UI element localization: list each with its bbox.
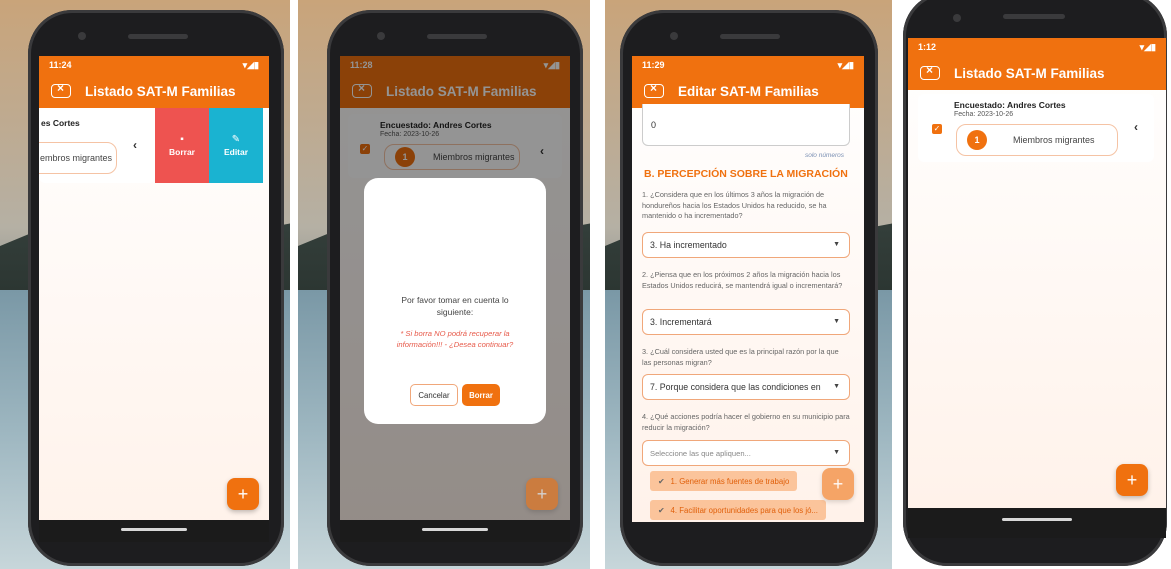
answer-4-placeholder: Seleccione las que apliquen... <box>650 448 751 458</box>
phone-4: 1:12 ▾◢▮ Listado SAT-M Familias Encuesta… <box>903 0 1167 566</box>
status-bar: 11:24 ▾◢▮ <box>39 56 269 74</box>
members-label: embros migrantes <box>40 153 113 163</box>
question-2: 2. ¿Piensa que en los próximos 2 años la… <box>642 270 843 290</box>
trash-icon: ▪ <box>180 134 184 145</box>
phone-2: 11:28 ▾◢▮ Listado SAT-M Familias Encuest… <box>327 10 583 566</box>
status-bar: 1:12 ▾◢▮ <box>908 38 1166 56</box>
add-button[interactable]: + <box>822 468 854 500</box>
number-input[interactable]: 0 <box>642 104 850 146</box>
encuestado-label: Encuestado: Andres Cortes <box>954 100 1066 110</box>
selected-chip-2[interactable]: ✔ 4. Facilitar oportunidades para que lo… <box>650 500 826 520</box>
caret-down-icon: ▼ <box>833 318 840 325</box>
question-3: 3. ¿Cuál considera usted que es la princ… <box>642 347 839 367</box>
edit-label: Editar <box>223 147 249 157</box>
app-bar: Editar SAT-M Familias <box>632 74 864 108</box>
screenshot-collage: 11:24 ▾◢▮ Listado SAT-M Familias es Cort… <box>0 0 1171 569</box>
chevron-left-icon[interactable]: ‹ <box>133 138 137 152</box>
screen-4: 1:12 ▾◢▮ Listado SAT-M Familias Encuesta… <box>908 38 1166 508</box>
answer-1-value: 3. Ha incrementado <box>650 240 727 250</box>
section-title: B. PERCEPCIÓN SOBRE LA MIGRACIÓN <box>644 168 848 180</box>
chevron-left-icon[interactable]: ‹ <box>1134 120 1138 134</box>
caret-down-icon: ▼ <box>833 241 840 248</box>
home-indicator[interactable] <box>422 528 488 531</box>
family-card-swiped[interactable]: es Cortes embros migrantes ‹ <box>39 108 155 183</box>
helper-text: solo números <box>804 152 844 159</box>
question-4: 4. ¿Qué acciones podría hacer el gobiern… <box>642 412 850 432</box>
home-indicator[interactable] <box>1002 518 1072 521</box>
caret-down-icon: ▼ <box>833 383 840 390</box>
edit-button[interactable]: ✎ Editar <box>209 108 263 183</box>
checkbox[interactable]: ✓ <box>932 124 942 134</box>
status-time: 11:29 <box>642 60 665 70</box>
members-count: 1 <box>967 130 987 150</box>
selected-chip-1[interactable]: ✔ 1. Generar más fuentes de trabajo <box>650 471 798 491</box>
confirm-delete-button[interactable]: Borrar <box>462 384 500 406</box>
screen-1: 11:24 ▾◢▮ Listado SAT-M Familias es Cort… <box>39 56 269 542</box>
page-title: Listado SAT-M Familias <box>954 65 1105 81</box>
members-button[interactable]: embros migrantes <box>39 142 117 174</box>
edit-icon: ✎ <box>231 134 241 145</box>
back-icon[interactable] <box>51 81 71 98</box>
add-button[interactable]: + <box>526 478 558 510</box>
answer-2-select[interactable]: 3. Incrementará ▼ <box>642 309 850 335</box>
check-icon: ✔ <box>658 476 665 486</box>
back-icon[interactable] <box>920 63 940 80</box>
status-time: 11:24 <box>49 60 72 70</box>
answer-4-select[interactable]: Seleccione las que apliquen... ▼ <box>642 440 850 466</box>
answer-2-value: 3. Incrementará <box>650 317 712 327</box>
add-button[interactable]: + <box>1116 464 1148 496</box>
nav-bar <box>39 520 269 542</box>
fecha-label: Fecha: 2023-10-26 <box>954 111 1014 118</box>
chip-2-label: 4. Facilitar oportunidades para que los … <box>670 505 818 515</box>
page-title: Editar SAT-M Familias <box>678 83 819 99</box>
dialog-warning: * Si borra NO podrá recuperar la informa… <box>396 329 514 349</box>
dialog-message: Por favor tomar en cuenta lo siguiente: <box>401 295 509 317</box>
confirm-dialog: Por favor tomar en cuenta lo siguiente: … <box>364 178 546 424</box>
phone-1: 11:24 ▾◢▮ Listado SAT-M Familias es Cort… <box>28 10 284 566</box>
nav-bar <box>340 520 570 542</box>
delete-button[interactable]: ▪ Borrar <box>155 108 209 183</box>
nav-bar <box>908 508 1166 538</box>
app-bar: Listado SAT-M Familias <box>39 74 269 108</box>
check-icon: ✔ <box>658 505 665 515</box>
status-bar: 11:29 ▾◢▮ <box>632 56 864 74</box>
question-1: 1. ¿Considera que en los últimos 3 años … <box>642 190 827 220</box>
add-button[interactable]: + <box>227 478 259 510</box>
delete-label: Borrar <box>169 147 195 157</box>
answer-1-select[interactable]: 3. Ha incrementado ▼ <box>642 232 850 258</box>
members-label: Miembros migrantes <box>1013 135 1095 145</box>
family-card[interactable]: Encuestado: Andres Cortes Fecha: 2023-10… <box>918 94 1154 162</box>
members-button[interactable]: 1 Miembros migrantes <box>956 124 1118 156</box>
screen-3: 11:29 ▾◢▮ Editar SAT-M Familias 0 solo n… <box>632 56 864 522</box>
answer-3-select[interactable]: 7. Porque considera que las condiciones … <box>642 374 850 400</box>
answer-3-value: 7. Porque considera que las condiciones … <box>650 382 821 392</box>
home-indicator[interactable] <box>121 528 187 531</box>
back-icon[interactable] <box>644 81 664 98</box>
signal-icons: ▾◢▮ <box>242 59 259 70</box>
phone-3: 11:29 ▾◢▮ Editar SAT-M Familias 0 solo n… <box>620 10 878 566</box>
caret-down-icon: ▼ <box>833 449 840 456</box>
app-bar: Listado SAT-M Familias <box>908 56 1166 90</box>
cancel-button[interactable]: Cancelar <box>410 384 458 406</box>
status-time: 1:12 <box>918 42 937 52</box>
screen-2: 11:28 ▾◢▮ Listado SAT-M Familias Encuest… <box>340 56 570 542</box>
page-title: Listado SAT-M Familias <box>85 83 236 99</box>
chip-1-label: 1. Generar más fuentes de trabajo <box>670 476 790 486</box>
signal-icons: ▾◢▮ <box>837 59 854 70</box>
encuestado-label: es Cortes <box>41 118 80 128</box>
signal-icons: ▾◢▮ <box>1139 41 1156 52</box>
